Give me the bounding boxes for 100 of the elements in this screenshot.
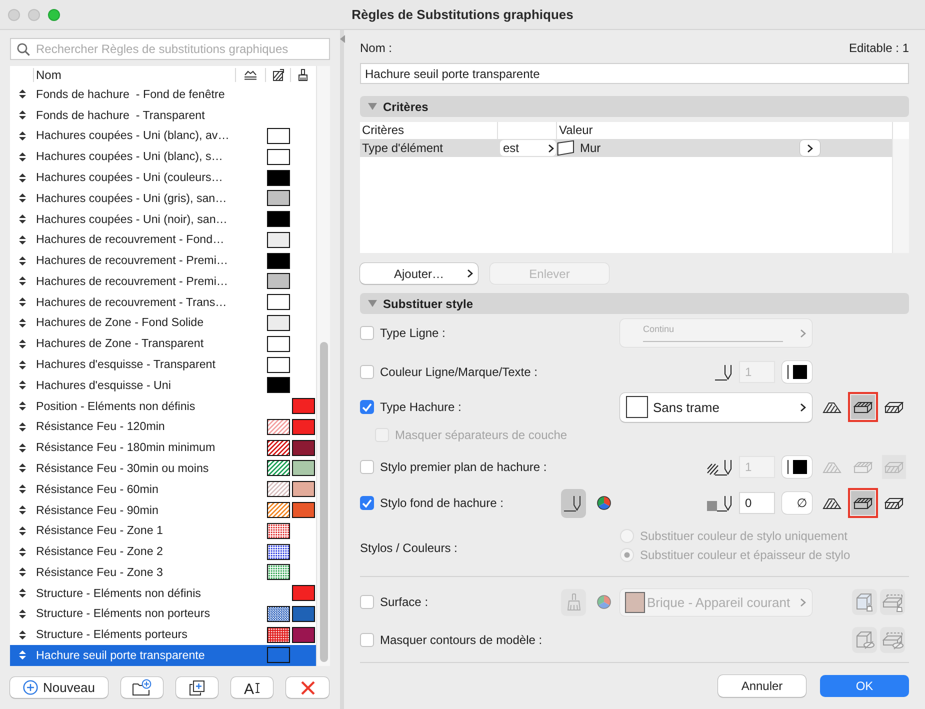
name-field[interactable]: Hachure seuil porte transparente bbox=[360, 63, 909, 84]
new-folder-button[interactable] bbox=[121, 677, 163, 698]
up-down-arrows-icon[interactable] bbox=[19, 630, 26, 640]
section-header[interactable]: Critères bbox=[360, 96, 909, 117]
value-menu-button[interactable] bbox=[800, 140, 820, 156]
chevron-right-icon bbox=[800, 402, 806, 412]
up-down-arrows-icon[interactable] bbox=[19, 338, 26, 349]
up-down-arrows-icon[interactable] bbox=[19, 297, 26, 308]
up-down-arrows-icon[interactable] bbox=[19, 89, 26, 100]
checkbox[interactable] bbox=[360, 460, 374, 474]
view-mode-button[interactable] bbox=[848, 392, 878, 422]
rename-button[interactable]: A bbox=[231, 677, 273, 698]
pen-number-field[interactable]: 0 bbox=[739, 492, 775, 514]
color-wheel-icon[interactable] bbox=[597, 595, 611, 609]
up-down-arrows-icon[interactable] bbox=[19, 484, 26, 494]
up-down-arrows-icon[interactable] bbox=[19, 401, 26, 412]
view-mode-button[interactable] bbox=[848, 488, 878, 518]
rule-row[interactable]: Hachures de Zone - Fond Solide bbox=[10, 312, 316, 334]
up-down-arrows-icon[interactable] bbox=[19, 152, 26, 162]
section-title: Substituer style bbox=[383, 296, 474, 310]
rule-row[interactable]: Position - Eléments non définis bbox=[10, 396, 316, 416]
up-down-arrows-icon[interactable] bbox=[19, 130, 26, 141]
scrollbar-thumb[interactable] bbox=[320, 342, 328, 662]
rule-row[interactable]: Résistance Feu - Zone 1 bbox=[10, 520, 316, 542]
wave-lines-icon[interactable] bbox=[244, 70, 257, 80]
color-wheel-icon[interactable] bbox=[597, 496, 611, 510]
rule-row[interactable]: Fonds de hachure - Fond de fenêtre bbox=[10, 84, 316, 105]
rule-row[interactable]: Résistance Feu - 180min minimum bbox=[10, 437, 316, 458]
rule-row[interactable]: Hachures de Zone - Transparent bbox=[10, 333, 316, 354]
up-down-arrows-icon[interactable] bbox=[19, 360, 26, 370]
rule-row[interactable]: Hachures de recouvrement - Premi… bbox=[10, 271, 316, 292]
pen-icon bbox=[564, 494, 584, 512]
rule-row[interactable]: Fonds de hachure - Transparent bbox=[10, 104, 316, 126]
rule-row[interactable]: Hachures de recouvrement - Trans… bbox=[10, 292, 316, 313]
checkbox[interactable] bbox=[360, 326, 374, 340]
duplicate-button[interactable] bbox=[176, 677, 218, 698]
brush-icon[interactable] bbox=[298, 69, 308, 81]
up-down-arrows-icon[interactable] bbox=[19, 380, 26, 390]
rule-name: Hachures de recouvrement - Premi… bbox=[36, 254, 230, 268]
pen-color-button[interactable] bbox=[782, 456, 812, 478]
checkbox[interactable] bbox=[360, 400, 374, 414]
rule-row[interactable]: Résistance Feu - 120min bbox=[10, 416, 316, 438]
criteria-button[interactable]: Ajouter… bbox=[360, 263, 478, 284]
up-down-arrows-icon[interactable] bbox=[19, 505, 26, 516]
up-down-arrows-icon[interactable] bbox=[19, 463, 26, 474]
line-swatch-icon bbox=[787, 460, 807, 474]
hatched-square-icon[interactable] bbox=[272, 69, 284, 81]
up-down-arrows-icon[interactable] bbox=[19, 193, 26, 204]
rule-row[interactable]: Hachures de recouvrement - Fond… bbox=[10, 229, 316, 250]
up-down-arrows-icon[interactable] bbox=[19, 546, 26, 557]
rule-row[interactable]: Structure - Eléments non porteurs bbox=[10, 604, 316, 624]
pen-button[interactable] bbox=[561, 488, 586, 518]
rule-row[interactable]: Hachures coupées - Uni (blanc), s… bbox=[10, 146, 316, 168]
rule-row[interactable]: Hachures de recouvrement - Premi… bbox=[10, 250, 316, 272]
rule-row[interactable]: Résistance Feu - 60min bbox=[10, 478, 316, 500]
up-down-arrows-icon[interactable] bbox=[19, 172, 26, 183]
rule-name: Résistance Feu - Zone 1 bbox=[36, 524, 164, 538]
new-button[interactable]: Nouveau bbox=[10, 677, 108, 698]
rule-row[interactable]: Hachures d'esquisse - Uni bbox=[10, 374, 316, 396]
rule-row[interactable]: Hachures coupées - Uni (gris), san… bbox=[10, 188, 316, 209]
rule-row[interactable]: Résistance Feu - 90min bbox=[10, 500, 316, 520]
up-down-arrows-icon[interactable] bbox=[19, 276, 26, 286]
rule-row[interactable]: Hachures d'esquisse - Transparent bbox=[10, 354, 316, 375]
up-down-arrows-icon[interactable] bbox=[19, 422, 26, 432]
up-down-arrows-icon[interactable] bbox=[19, 318, 26, 328]
up-down-arrows-icon[interactable] bbox=[19, 110, 26, 120]
pen-color-button[interactable] bbox=[782, 361, 812, 383]
pen-color-button[interactable]: ∅ bbox=[782, 492, 812, 514]
rule-row[interactable]: Hachures coupées - Uni (blanc), av… bbox=[10, 126, 316, 146]
checkbox[interactable] bbox=[360, 595, 374, 609]
up-down-arrows-icon[interactable] bbox=[19, 442, 26, 453]
up-down-arrows-icon[interactable] bbox=[19, 256, 26, 266]
up-down-arrows-icon[interactable] bbox=[19, 214, 26, 224]
up-down-arrows-icon[interactable] bbox=[19, 234, 26, 245]
checkbox[interactable] bbox=[360, 365, 374, 379]
rule-row[interactable]: Hachures coupées - Uni (noir), san… bbox=[10, 208, 316, 230]
line-swatch-icon bbox=[787, 365, 807, 379]
up-down-arrows-icon[interactable] bbox=[19, 608, 26, 619]
rule-row[interactable]: Résistance Feu - Zone 2 bbox=[10, 541, 316, 562]
rule-row[interactable]: Hachures coupées - Uni (couleurs… bbox=[10, 167, 316, 188]
zoom-icon[interactable] bbox=[48, 8, 60, 20]
up-down-arrows-icon[interactable] bbox=[19, 588, 26, 598]
delete-button[interactable] bbox=[286, 677, 329, 698]
up-down-arrows-icon[interactable] bbox=[19, 567, 26, 578]
cancel-button[interactable]: Annuler bbox=[718, 675, 806, 697]
rule-row[interactable]: Résistance Feu - Zone 3 bbox=[10, 562, 316, 583]
up-down-arrows-icon[interactable] bbox=[19, 526, 26, 536]
ok-button[interactable]: OK bbox=[820, 675, 909, 697]
checkbox[interactable] bbox=[360, 496, 374, 510]
fill-type-dropdown[interactable]: Sans trame bbox=[620, 392, 812, 422]
rule-row[interactable]: Structure - Eléments non définis bbox=[10, 582, 316, 604]
column-header[interactable]: Nom bbox=[33, 68, 235, 82]
search-field[interactable]: Rechercher Règles de substitutions graphiques bbox=[10, 38, 330, 60]
hatched-top-box-icon bbox=[853, 496, 873, 510]
rule-row[interactable]: Résistance Feu - 30min ou moins bbox=[10, 458, 316, 479]
rule-row[interactable]: Hachure seuil porte transparente bbox=[10, 645, 316, 666]
rule-row[interactable]: Structure - Eléments porteurs bbox=[10, 624, 316, 646]
criteria-row[interactable]: Type d'élément est Mur bbox=[360, 139, 892, 157]
section-header[interactable]: Substituer style bbox=[360, 293, 909, 314]
checkbox[interactable] bbox=[360, 633, 374, 647]
